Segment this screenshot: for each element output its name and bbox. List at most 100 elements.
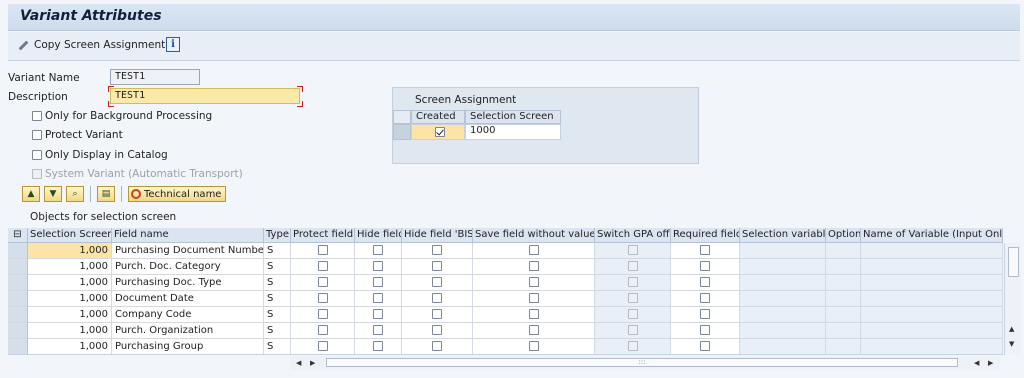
switch-gpa-off-checkbox[interactable] [627,245,638,255]
hide-field-checkbox[interactable] [373,309,383,319]
selection-variable-cell[interactable] [740,275,826,291]
selection-variable-cell[interactable] [740,291,826,307]
hide-field-header[interactable]: Hide field [355,228,402,243]
protect-field-checkbox[interactable] [317,293,328,303]
save-field-without-values-cell[interactable] [473,243,595,259]
scroll-right-icon[interactable]: ▶ [310,359,315,367]
hide-field-checkbox[interactable] [373,325,383,335]
required-field-checkbox[interactable] [700,341,710,351]
selection-variable-cell[interactable] [740,339,826,354]
switch-gpa-off-header[interactable]: Switch GPA off [595,228,671,243]
scroll-right-icon[interactable]: ▶ [988,359,993,367]
switch-gpa-off-cell[interactable] [595,323,671,339]
save-field-without-values-checkbox[interactable] [528,325,539,335]
protect-field-cell[interactable] [291,307,355,323]
hide-field-checkbox[interactable] [373,261,383,271]
required-field-cell[interactable] [671,243,740,259]
protect-field-header[interactable]: Protect field [291,228,355,243]
selection-screen-cell[interactable]: 1000 [465,124,561,140]
option-cell[interactable] [826,291,861,307]
save-field-without-values-header[interactable]: Save field without values [473,228,595,243]
scroll-up-icon[interactable]: ▲ [1009,325,1014,333]
protect-field-cell[interactable] [291,291,355,307]
protect-field-checkbox[interactable] [317,261,328,271]
field-name-cell[interactable]: Document Date [112,291,264,307]
save-field-without-values-cell[interactable] [473,323,595,339]
selection-variable-cell[interactable] [740,243,826,259]
copy-screen-assignment-button[interactable]: Copy Screen Assignment [16,38,165,52]
type-cell[interactable]: S [264,323,291,339]
required-field-cell[interactable] [671,339,740,354]
hide-field-cell[interactable] [355,307,402,323]
switch-gpa-off-cell[interactable] [595,339,671,354]
required-field-checkbox[interactable] [700,261,710,271]
technical-name-button[interactable]: Technical name [128,186,227,202]
selection-screen-header[interactable]: Selection Screen [28,228,112,243]
option-cell[interactable] [826,323,861,339]
switch-gpa-off-cell[interactable] [595,275,671,291]
hide-field-bis-cell[interactable] [402,275,473,291]
switch-gpa-off-cell[interactable] [595,259,671,275]
hide-field-cell[interactable] [355,259,402,275]
type-header[interactable]: Type [264,228,291,243]
switch-gpa-off-cell[interactable] [595,243,671,259]
type-cell[interactable]: S [264,243,291,259]
hide-field-bis-checkbox[interactable] [432,341,442,351]
hide-field-bis-checkbox[interactable] [432,325,442,335]
name-of-variable-cell[interactable] [861,291,1003,307]
save-field-without-values-checkbox[interactable] [528,277,539,287]
name-of-variable-header[interactable]: Name of Variable (Input Only [861,228,1003,243]
hide-field-cell[interactable] [355,339,402,354]
save-field-without-values-checkbox[interactable] [528,261,539,271]
selection-screen-cell[interactable]: 1,000 [28,307,112,323]
hide-field-bis-checkbox[interactable] [432,261,442,271]
created-header[interactable]: Created [411,110,465,124]
save-field-without-values-checkbox[interactable] [528,293,539,303]
selection-variable-cell[interactable] [740,323,826,339]
hide-field-bis-checkbox[interactable] [432,309,442,319]
selection-variable-header[interactable]: Selection variable [740,228,826,243]
description-field[interactable]: TEST1 [110,88,300,104]
switch-gpa-off-checkbox[interactable] [627,277,638,287]
protect-variant-checkbox-row[interactable]: Protect Variant [32,129,123,141]
protect-field-cell[interactable] [291,275,355,291]
only-background-checkbox-row[interactable]: Only for Background Processing [32,110,212,122]
required-field-cell[interactable] [671,323,740,339]
name-of-variable-cell[interactable] [861,259,1003,275]
hide-field-bis-cell[interactable] [402,323,473,339]
switch-gpa-off-checkbox[interactable] [627,293,638,303]
only-background-checkbox[interactable] [32,111,42,121]
info-icon[interactable]: i [166,37,180,52]
sort-ascending-icon[interactable]: ▲ [22,186,40,202]
required-field-cell[interactable] [671,275,740,291]
hide-field-checkbox[interactable] [373,277,383,287]
required-field-cell[interactable] [671,259,740,275]
scroll-down-icon[interactable]: ▼ [1009,340,1014,348]
save-field-without-values-checkbox[interactable] [528,309,539,319]
protect-field-checkbox[interactable] [317,325,328,335]
hide-field-cell[interactable] [355,275,402,291]
scroll-left-icon[interactable]: ◀ [974,359,979,367]
only-display-catalog-checkbox[interactable] [32,150,42,160]
required-field-cell[interactable] [671,291,740,307]
row-selector[interactable] [8,323,28,339]
switch-gpa-off-checkbox[interactable] [627,309,638,319]
name-of-variable-cell[interactable] [861,243,1003,259]
protect-field-cell[interactable] [291,323,355,339]
variant-name-field[interactable]: TEST1 [110,69,200,85]
row-selector[interactable] [393,124,411,140]
only-display-catalog-checkbox-row[interactable]: Only Display in Catalog [32,149,168,161]
save-field-without-values-cell[interactable] [473,307,595,323]
save-field-without-values-checkbox[interactable] [528,341,539,351]
required-field-checkbox[interactable] [700,325,710,335]
row-selector[interactable] [8,291,28,307]
selection-screen-cell[interactable]: 1,000 [28,339,112,354]
save-field-without-values-checkbox[interactable] [528,245,539,255]
field-name-cell[interactable]: Company Code [112,307,264,323]
switch-gpa-off-cell[interactable] [595,307,671,323]
selection-screen-cell[interactable]: 1,000 [28,291,112,307]
switch-gpa-off-cell[interactable] [595,291,671,307]
name-of-variable-cell[interactable] [861,275,1003,291]
selection-screen-cell[interactable]: 1,000 [28,275,112,291]
scroll-left-icon[interactable]: ◀ [296,359,301,367]
